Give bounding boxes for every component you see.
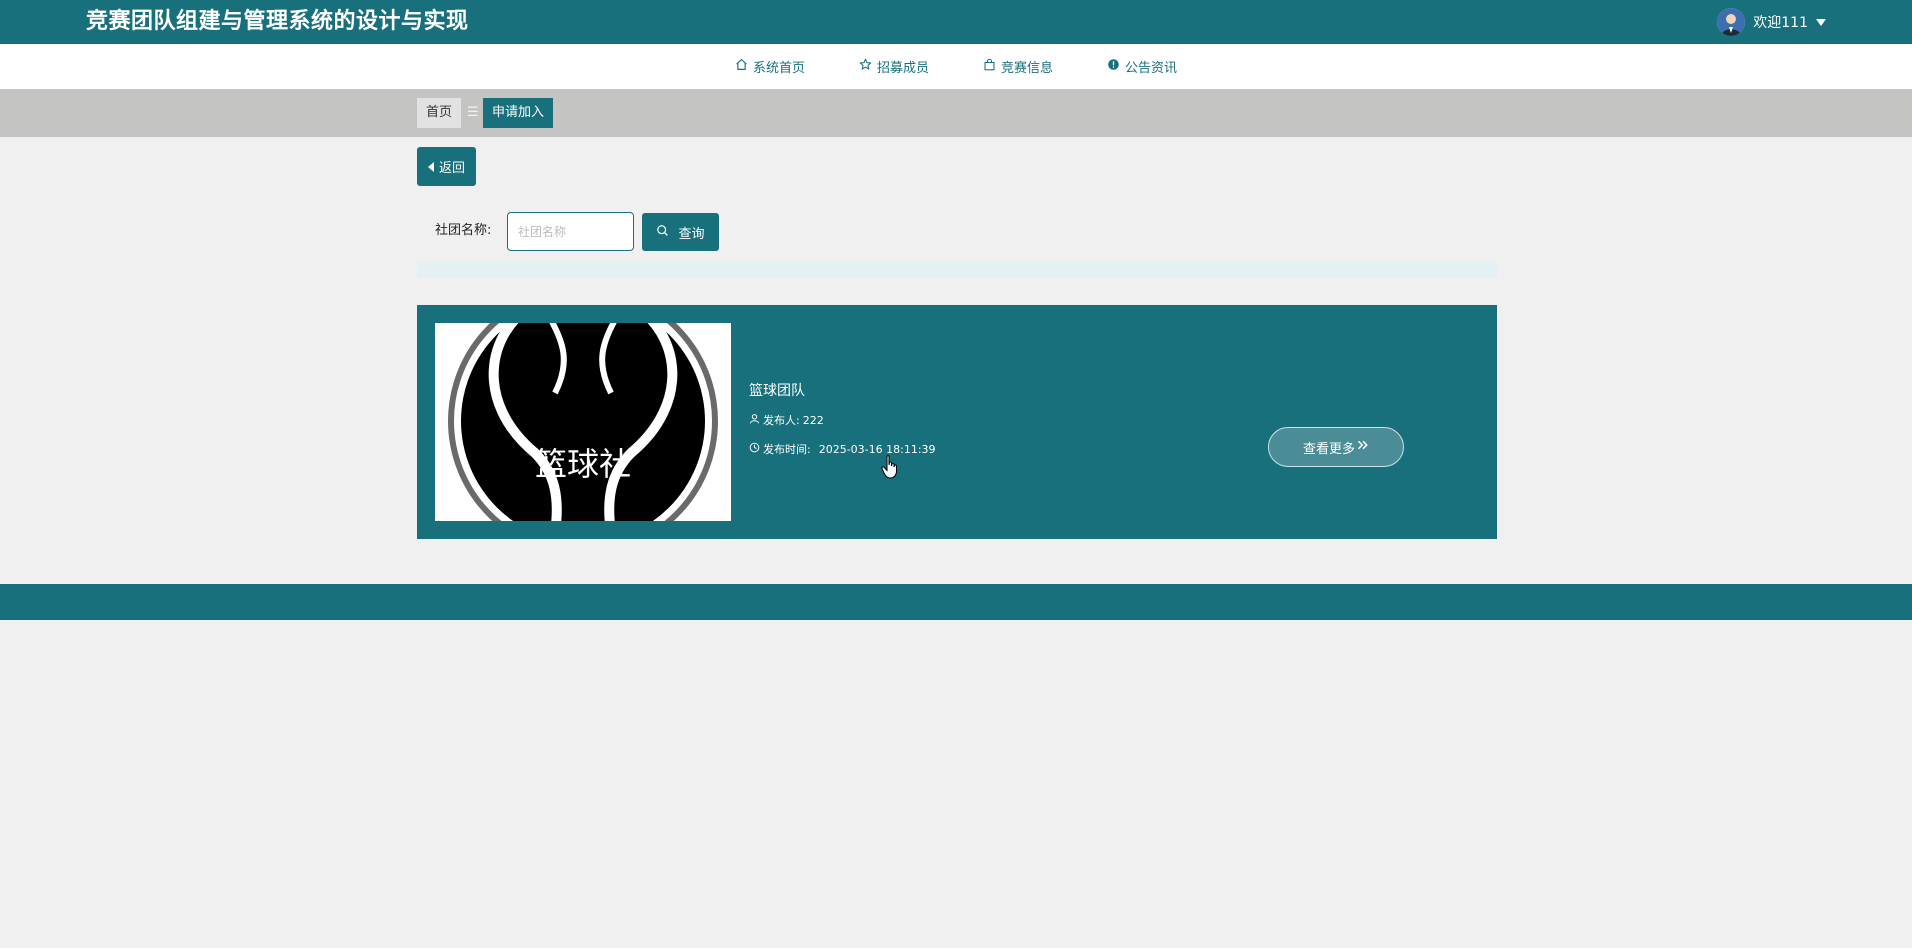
nav-item-recruit[interactable]: 招募成员 — [859, 57, 929, 76]
search-input[interactable] — [507, 212, 634, 251]
divider-strip — [417, 261, 1497, 278]
nav-item-label: 系统首页 — [752, 61, 805, 76]
nav-item-label: 竞赛信息 — [1001, 61, 1054, 76]
back-button[interactable]: 返回 — [417, 147, 476, 186]
clock-icon — [749, 442, 760, 456]
nav-item-home[interactable]: 系统首页 — [735, 57, 805, 76]
caret-down-icon[interactable] — [1816, 18, 1826, 26]
search-label: 社团名称: — [435, 223, 492, 238]
logo-text: 篮球社 — [534, 445, 631, 483]
info-circle-icon — [1107, 58, 1120, 75]
user-menu[interactable]: 欢迎111 — [1717, 5, 1826, 39]
main-nav: 系统首页 招募成员 竞赛信息 公告资讯 — [0, 44, 1912, 89]
breadcrumb-current: 申请加入 — [483, 98, 554, 128]
top-header: 竞赛团队组建与管理系统的设计与实现 欢迎111 — [0, 0, 1912, 44]
page-footer — [0, 584, 1912, 620]
user-icon — [749, 413, 760, 427]
search-icon — [656, 224, 669, 241]
view-more-button[interactable]: 查看更多 — [1268, 427, 1404, 467]
breadcrumb-home[interactable]: 首页 — [417, 98, 462, 128]
avatar[interactable] — [1717, 8, 1746, 36]
star-icon — [859, 58, 872, 75]
publish-time-label: 发布时间: — [763, 443, 811, 456]
home-icon — [735, 58, 748, 75]
double-chevron-right-icon — [1357, 439, 1369, 455]
nav-item-competition[interactable]: 竞赛信息 — [983, 57, 1053, 76]
nav-item-label: 公告资讯 — [1125, 61, 1178, 76]
nav-item-label: 招募成员 — [876, 61, 929, 76]
publisher-label: 发布人: — [763, 414, 800, 427]
breadcrumb-separator: ☰ — [467, 105, 479, 120]
publish-time-value: 2025-03-16 18:11:39 — [818, 442, 936, 456]
breadcrumb: 首页 ☰ 申请加入 — [0, 89, 1912, 137]
publisher-value: 222 — [802, 413, 824, 427]
search-button-label: 查询 — [678, 226, 705, 242]
nav-item-news[interactable]: 公告资讯 — [1107, 57, 1177, 76]
publish-time-info: 发布时间: 2025-03-16 18:11:39 — [749, 441, 936, 457]
welcome-text: 欢迎111 — [1753, 15, 1808, 31]
view-more-label: 查看更多 — [1302, 441, 1355, 457]
caret-left-icon — [427, 161, 434, 172]
publisher-info: 发布人: 222 — [749, 412, 824, 428]
back-label: 返回 — [438, 161, 465, 176]
site-title: 竞赛团队组建与管理系统的设计与实现 — [86, 9, 469, 34]
team-card[interactable]: 篮球社 篮球团队 发布人: 222 发布时间: 2025-03-16 18:11… — [417, 305, 1497, 539]
team-title[interactable]: 篮球团队 — [749, 380, 805, 400]
bag-icon — [983, 58, 996, 75]
search-button[interactable]: 查询 — [642, 213, 719, 251]
team-logo[interactable]: 篮球社 — [435, 323, 731, 521]
